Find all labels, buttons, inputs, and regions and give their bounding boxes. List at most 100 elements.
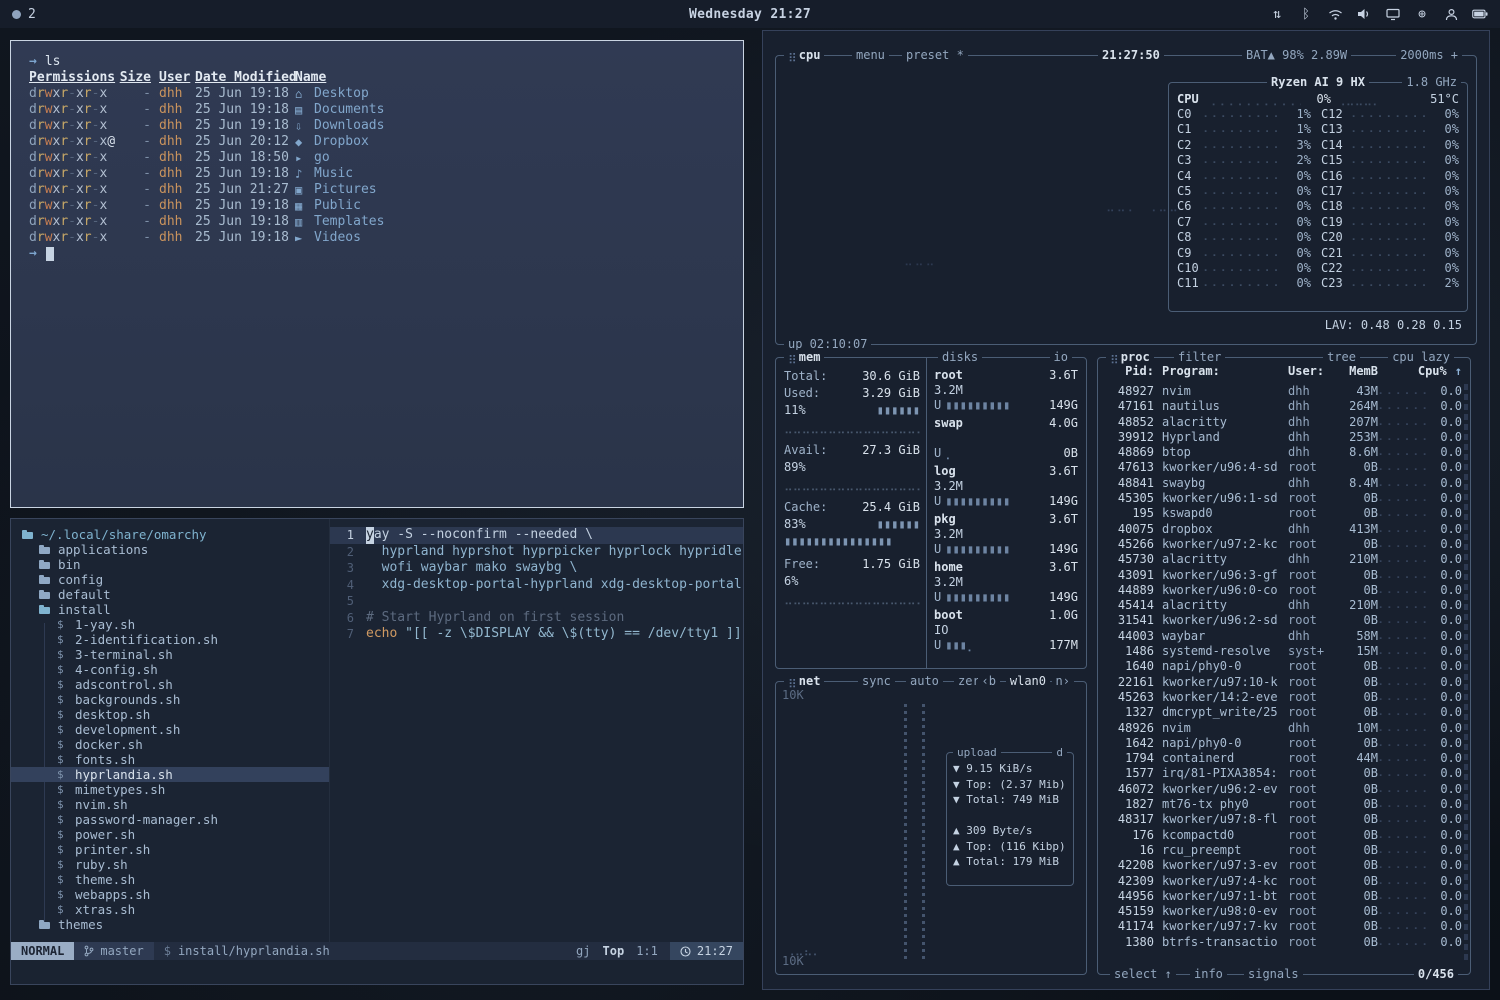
workspace-indicator[interactable]: 2 xyxy=(12,7,36,22)
volume-icon[interactable] xyxy=(1356,6,1372,22)
tree-item[interactable]: hyprlandia.sh xyxy=(11,767,329,782)
bluetooth-icon[interactable]: ᛒ xyxy=(1298,6,1314,22)
preset-button[interactable]: preset * xyxy=(902,48,968,63)
process-row[interactable]: 44003 waybar dhh 58M ⠄⠄⠄⠄⠄⠄ 0.0 xyxy=(1106,629,1462,644)
process-row[interactable]: 46072 kworker/u96:2-ev root 0B ⠄⠄⠄⠄⠄⠄ 0.… xyxy=(1106,782,1462,797)
cpu-panel-title[interactable]: ⣶cpu xyxy=(784,48,824,63)
process-row[interactable]: 176 kcompactd0 root 0B ⠄⠄⠄⠄⠄⠄ 0.0 xyxy=(1106,828,1462,843)
tree-item[interactable]: printer.sh xyxy=(11,842,329,857)
disks-title[interactable]: disks xyxy=(938,350,982,365)
tree-item[interactable]: theme.sh xyxy=(11,872,329,887)
process-row[interactable]: 42208 kworker/u97:3-ev root 0B ⠄⠄⠄⠄⠄⠄ 0.… xyxy=(1106,858,1462,873)
upload-label[interactable]: upload xyxy=(953,745,1001,760)
process-row[interactable]: 195 kswapd0 root 0B ⠄⠄⠄⠄⠄⠄ 0.0 xyxy=(1106,506,1462,521)
sort-selector[interactable]: cpu lazy xyxy=(1388,350,1454,365)
net-panel-title[interactable]: ⣶net xyxy=(784,674,824,689)
scroll-up-icon[interactable]: ↑ xyxy=(1455,364,1462,378)
mem-panel-title[interactable]: ⣶mem xyxy=(784,350,824,365)
tree-item[interactable]: nvim.sh xyxy=(11,797,329,812)
filter-button[interactable]: filter xyxy=(1174,350,1225,365)
tree-item[interactable]: 2-identification.sh xyxy=(11,632,329,647)
tree-item[interactable]: applications xyxy=(11,542,329,557)
process-row[interactable]: 42309 kworker/u97:4-kc root 0B ⠄⠄⠄⠄⠄⠄ 0.… xyxy=(1106,874,1462,889)
tree-item[interactable]: password-manager.sh xyxy=(11,812,329,827)
tree-item[interactable]: backgrounds.sh xyxy=(11,692,329,707)
process-table-header[interactable]: Pid: Program: User: MemB Cpu% ↑ xyxy=(1106,364,1462,378)
tree-item[interactable]: fonts.sh xyxy=(11,752,329,767)
display-icon[interactable] xyxy=(1385,6,1401,22)
menu-button[interactable]: menu xyxy=(852,48,889,63)
file-tree-panel[interactable]: ~/.local/share/omarchy applications bin xyxy=(11,519,329,942)
process-row[interactable]: 1794 containerd root 44M ⠄⠄⠄⠄⠄⠄ 0.0 xyxy=(1106,751,1462,766)
process-row[interactable]: 1577 irq/81-PIXA3854: root 0B ⠄⠄⠄⠄⠄⠄ 0.0 xyxy=(1106,766,1462,781)
process-scrollbar[interactable] xyxy=(1464,384,1468,962)
code-line[interactable]: 1yay -S --noconfirm --needed \ xyxy=(330,527,743,544)
prev-interface-button[interactable]: ‹b xyxy=(978,674,1000,689)
refresh-interval[interactable]: 2000ms + xyxy=(1396,48,1462,63)
tree-item[interactable]: 4-config.sh xyxy=(11,662,329,677)
tree-item[interactable]: webapps.sh xyxy=(11,887,329,902)
terminal-input-line[interactable]: → xyxy=(29,246,733,262)
info-button[interactable]: info xyxy=(1190,967,1227,982)
process-row[interactable]: 48927 nvim dhh 43M ⠄⠄⠄⠄⠄⠄ 0.0 xyxy=(1106,384,1462,399)
globe-icon[interactable]: ⊕ xyxy=(1414,6,1430,22)
download-label[interactable]: d xyxy=(1052,745,1067,760)
tree-item[interactable]: bin xyxy=(11,557,329,572)
process-row[interactable]: 48926 nvim dhh 10M ⠄⠄⠄⠄⠄⠄ 0.0 xyxy=(1106,721,1462,736)
code-line[interactable]: 2 hyprland hyprshot hyprpicker hyprlock … xyxy=(330,544,743,561)
process-row[interactable]: 31541 kworker/u96:2-sd root 0B ⠄⠄⠄⠄⠄⠄ 0.… xyxy=(1106,613,1462,628)
process-row[interactable]: 47161 nautilus dhh 264M ⠄⠄⠄⠄⠄⠄ 0.0 xyxy=(1106,399,1462,414)
code-line[interactable]: 7echo "[[ -z \$DISPLAY && \$(tty) == /de… xyxy=(330,626,743,643)
process-row[interactable]: 22161 kworker/u97:10-k root 0B ⠄⠄⠄⠄⠄⠄ 0.… xyxy=(1106,675,1462,690)
process-row[interactable]: 1327 dmcrypt_write/25 root 0B ⠄⠄⠄⠄⠄⠄ 0.0 xyxy=(1106,705,1462,720)
tree-item[interactable]: docker.sh xyxy=(11,737,329,752)
process-row[interactable]: 1486 systemd-resolve syst+ 15M ⠄⠄⠄⠄⠄⠄ 0.… xyxy=(1106,644,1462,659)
process-row[interactable]: 40075 dropbox dhh 413M ⠄⠄⠄⠄⠄⠄ 0.0 xyxy=(1106,522,1462,537)
tree-item[interactable]: desktop.sh xyxy=(11,707,329,722)
tree-item[interactable]: config xyxy=(11,572,329,587)
process-row[interactable]: 45263 kworker/14:2-eve root 0B ⠄⠄⠄⠄⠄⠄ 0.… xyxy=(1106,690,1462,705)
code-line[interactable]: 3 wofi waybar mako swaybg \ xyxy=(330,560,743,577)
process-row[interactable]: 41174 kworker/u97:7-kv root 0B ⠄⠄⠄⠄⠄⠄ 0.… xyxy=(1106,919,1462,934)
process-row[interactable]: 48852 alacritty dhh 207M ⠄⠄⠄⠄⠄⠄ 0.0 xyxy=(1106,415,1462,430)
process-row[interactable]: 1827 mt76-tx phy0 root 0B ⠄⠄⠄⠄⠄⠄ 0.0 xyxy=(1106,797,1462,812)
code-line[interactable]: 5 xyxy=(330,593,743,610)
process-row[interactable]: 1640 napi/phy0-0 root 0B ⠄⠄⠄⠄⠄⠄ 0.0 xyxy=(1106,659,1462,674)
process-row[interactable]: 45159 kworker/u98:0-ev root 0B ⠄⠄⠄⠄⠄⠄ 0.… xyxy=(1106,904,1462,919)
process-row[interactable]: 45305 kworker/u96:1-sd root 0B ⠄⠄⠄⠄⠄⠄ 0.… xyxy=(1106,491,1462,506)
command-line[interactable] xyxy=(11,960,743,984)
tree-item[interactable]: adscontrol.sh xyxy=(11,677,329,692)
tree-item[interactable]: 3-terminal.sh xyxy=(11,647,329,662)
proc-panel-title[interactable]: ⣶proc xyxy=(1106,350,1154,365)
process-row[interactable]: 48841 swaybg dhh 8.4M ⠄⠄⠄⠄⠄⠄ 0.0 xyxy=(1106,476,1462,491)
process-row[interactable]: 16 rcu_preempt root 0B ⠄⠄⠄⠄⠄⠄ 0.0 xyxy=(1106,843,1462,858)
code-line[interactable]: 4 xdg-desktop-portal-hyprland xdg-deskto… xyxy=(330,577,743,594)
process-row[interactable]: 43091 kworker/u96:3-gf root 0B ⠄⠄⠄⠄⠄⠄ 0.… xyxy=(1106,568,1462,583)
user-icon[interactable] xyxy=(1443,6,1459,22)
tree-item[interactable]: install xyxy=(11,602,329,617)
tree-item[interactable]: development.sh xyxy=(11,722,329,737)
tree-item[interactable]: default xyxy=(11,587,329,602)
signals-button[interactable]: signals xyxy=(1244,967,1303,982)
select-button[interactable]: select ↑ xyxy=(1110,967,1176,982)
process-row[interactable]: 45414 alacritty dhh 210M ⠄⠄⠄⠄⠄⠄ 0.0 xyxy=(1106,598,1462,613)
process-row[interactable]: 45266 kworker/u97:2-kc root 0B ⠄⠄⠄⠄⠄⠄ 0.… xyxy=(1106,537,1462,552)
tree-item[interactable]: xtras.sh xyxy=(11,902,329,917)
process-row[interactable]: 48869 btop dhh 8.6M ⠄⠄⠄⠄⠄⠄ 0.0 xyxy=(1106,445,1462,460)
process-row[interactable]: 45730 alacritty dhh 210M ⠄⠄⠄⠄⠄⠄ 0.0 xyxy=(1106,552,1462,567)
next-interface-button[interactable]: n› xyxy=(1052,674,1074,689)
tree-item[interactable]: themes xyxy=(11,917,329,932)
auto-toggle[interactable]: auto xyxy=(906,674,943,689)
process-row[interactable]: 44889 kworker/u96:0-co root 0B ⠄⠄⠄⠄⠄⠄ 0.… xyxy=(1106,583,1462,598)
io-toggle[interactable]: io xyxy=(1050,350,1072,365)
sync-toggle[interactable]: sync xyxy=(858,674,895,689)
process-row[interactable]: 39912 Hyprland dhh 253M ⠄⠄⠄⠄⠄⠄ 0.0 xyxy=(1106,430,1462,445)
tree-item[interactable]: ~/.local/share/omarchy xyxy=(11,527,329,542)
tree-item[interactable]: ruby.sh xyxy=(11,857,329,872)
editor-buffer[interactable]: 1yay -S --noconfirm --needed \ 2 hyprlan… xyxy=(329,519,743,942)
process-row[interactable]: 48317 kworker/u97:8-fl root 0B ⠄⠄⠄⠄⠄⠄ 0.… xyxy=(1106,812,1462,827)
process-row[interactable]: 47613 kworker/u96:4-sd root 0B ⠄⠄⠄⠄⠄⠄ 0.… xyxy=(1106,460,1462,475)
process-row[interactable]: 44956 kworker/u97:1-bt root 0B ⠄⠄⠄⠄⠄⠄ 0.… xyxy=(1106,889,1462,904)
tray-updown-icon[interactable]: ⇅ xyxy=(1269,6,1285,22)
tree-item[interactable]: 1-yay.sh xyxy=(11,617,329,632)
